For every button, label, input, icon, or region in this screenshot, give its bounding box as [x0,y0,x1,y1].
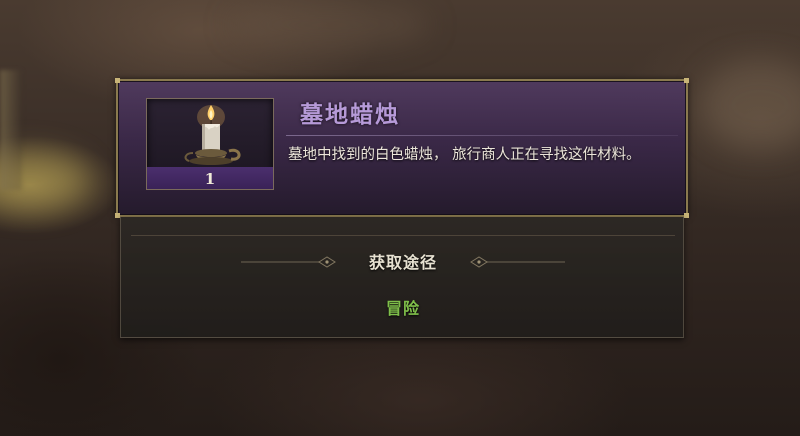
acquisition-title: 获取途径 [368,253,437,272]
background-rock-patch [700,60,800,150]
item-name: 墓地蜡烛 [300,102,400,128]
title-divider [286,135,678,136]
section-divider [131,235,675,236]
item-description: 墓地中找到的白色蜡烛， 旅行商人正在寻找这件材料。 [288,147,641,163]
frame-corner [115,78,120,83]
background-rock-patch [230,0,430,50]
acquisition-section: 获取途径 冒险 [120,217,684,338]
game-scene: 1 墓地蜡烛 墓地中找到的白色蜡烛， 旅行商人正在寻找这件材料。 获取途径 冒险 [0,0,800,436]
background-lamp-post [0,70,22,190]
item-header: 1 墓地蜡烛 墓地中找到的白色蜡烛， 旅行商人正在寻找这件材料。 [115,78,689,218]
frame-corner [684,78,689,83]
item-icon-frame[interactable]: 1 [146,98,274,190]
acquisition-header: 获取途径 [121,247,685,277]
item-tooltip-panel: 1 墓地蜡烛 墓地中找到的白色蜡烛， 旅行商人正在寻找这件材料。 获取途径 冒险 [115,78,689,338]
source-adventure-link[interactable]: 冒险 [121,295,685,319]
frame-corner [684,213,689,218]
candle-icon [184,105,241,165]
item-quantity: 1 [204,170,216,188]
